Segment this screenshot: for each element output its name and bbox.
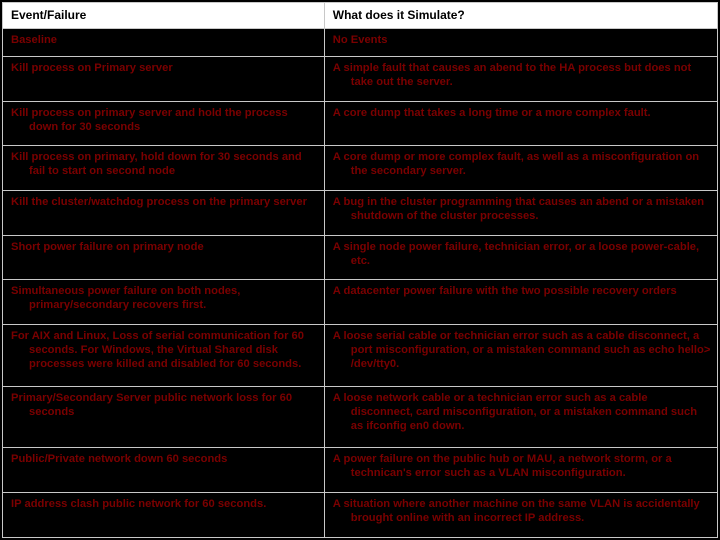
cell-sim: No Events <box>324 29 717 57</box>
table-row: IP address clash public network for 60 s… <box>3 493 718 538</box>
cell-sim: A loose network cable or a technician er… <box>324 386 717 448</box>
table-row: Primary/Secondary Server public network … <box>3 386 718 448</box>
cell-event: Short power failure on primary node <box>3 235 325 280</box>
table-row: Short power failure on primary node A si… <box>3 235 718 280</box>
cell-event: Kill the cluster/watchdog process on the… <box>3 190 325 235</box>
table-row: Baseline No Events <box>3 29 718 57</box>
cell-event: For AIX and Linux, Loss of serial commun… <box>3 325 325 387</box>
cell-sim: A core dump that takes a long time or a … <box>324 101 717 146</box>
table-row: For AIX and Linux, Loss of serial commun… <box>3 325 718 387</box>
cell-event: Kill process on primary, hold down for 3… <box>3 146 325 191</box>
header-simulate: What does it Simulate? <box>324 3 717 29</box>
table-row: Kill process on primary server and hold … <box>3 101 718 146</box>
cell-sim: A single node power failure, technician … <box>324 235 717 280</box>
cell-sim: A loose serial cable or technician error… <box>324 325 717 387</box>
failure-simulation-table: Event/Failure What does it Simulate? Bas… <box>2 2 718 538</box>
cell-sim: A datacenter power failure with the two … <box>324 280 717 325</box>
cell-event: Kill process on primary server and hold … <box>3 101 325 146</box>
table-row: Kill process on Primary server A simple … <box>3 56 718 101</box>
table-row: Kill process on primary, hold down for 3… <box>3 146 718 191</box>
cell-event: Kill process on Primary server <box>3 56 325 101</box>
table-row: Kill the cluster/watchdog process on the… <box>3 190 718 235</box>
cell-sim: A simple fault that causes an abend to t… <box>324 56 717 101</box>
header-event: Event/Failure <box>3 3 325 29</box>
table-row: Simultaneous power failure on both nodes… <box>3 280 718 325</box>
table-container: Event/Failure What does it Simulate? Bas… <box>0 0 720 540</box>
cell-sim: A power failure on the public hub or MAU… <box>324 448 717 493</box>
cell-event: IP address clash public network for 60 s… <box>3 493 325 538</box>
cell-sim: A core dump or more complex fault, as we… <box>324 146 717 191</box>
cell-sim: A bug in the cluster programming that ca… <box>324 190 717 235</box>
cell-event: Baseline <box>3 29 325 57</box>
table-row: Public/Private network down 60 seconds A… <box>3 448 718 493</box>
table-header-row: Event/Failure What does it Simulate? <box>3 3 718 29</box>
cell-event: Simultaneous power failure on both nodes… <box>3 280 325 325</box>
cell-event: Primary/Secondary Server public network … <box>3 386 325 448</box>
cell-event: Public/Private network down 60 seconds <box>3 448 325 493</box>
cell-sim: A situation where another machine on the… <box>324 493 717 538</box>
